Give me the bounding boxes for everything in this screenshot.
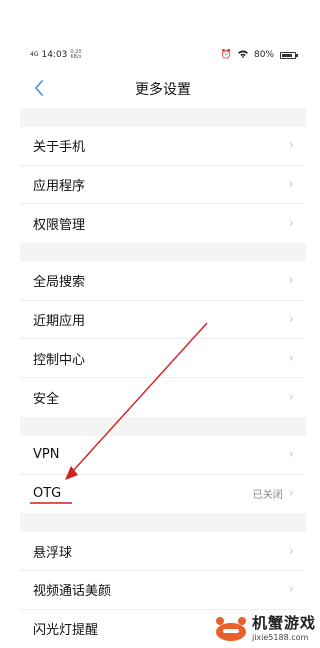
page-title: 更多设置 bbox=[135, 82, 191, 98]
chevron-right-icon: › bbox=[288, 138, 294, 154]
chevron-right-icon: › bbox=[288, 543, 294, 559]
settings-row[interactable]: 全局搜索 › bbox=[20, 262, 306, 301]
watermark-url: jixie5188.com bbox=[251, 633, 309, 642]
settings-row-label: VPN bbox=[33, 447, 60, 463]
settings-row-label: 关于手机 bbox=[33, 140, 86, 156]
status-bar: 4G 14:03 0.20 KB/s ⏰ 80% bbox=[20, 40, 306, 70]
settings-row-label: 视频通话美颜 bbox=[33, 584, 112, 600]
settings-list: 关于手机 › 应用程序 › 权限管理 › 全局搜索 › 近期应用 › 控制中心 › 安全 › VPN › OTG… bbox=[20, 108, 306, 648]
chevron-right-icon: › bbox=[288, 216, 294, 232]
battery-fill bbox=[282, 53, 292, 57]
status-time: 14:03 bbox=[41, 50, 68, 60]
chevron-right-icon: › bbox=[288, 582, 294, 598]
phone-screen: 4G 14:03 0.20 KB/s ⏰ 80% 更多设置 关于手机 › 应用程序 ›… bbox=[20, 40, 306, 648]
back-button[interactable] bbox=[30, 78, 48, 98]
alarm-icon: ⏰ bbox=[220, 50, 232, 60]
group-separator bbox=[20, 416, 306, 436]
watermark-logo bbox=[215, 617, 246, 641]
chevron-right-icon: › bbox=[288, 350, 294, 366]
network-speed-unit: KB/s bbox=[70, 54, 82, 60]
settings-row[interactable]: OTG 已关闭 › bbox=[20, 475, 306, 514]
chevron-right-icon: › bbox=[288, 177, 294, 193]
chevron-right-icon: › bbox=[288, 273, 294, 289]
settings-row-label: OTG bbox=[33, 486, 62, 502]
settings-row-label: 应用程序 bbox=[33, 179, 86, 195]
group-separator bbox=[20, 513, 306, 533]
group-separator bbox=[20, 243, 306, 263]
settings-row-label: 控制中心 bbox=[33, 352, 86, 368]
chevron-right-icon: › bbox=[288, 447, 294, 463]
settings-row[interactable]: VPN › bbox=[20, 436, 306, 475]
settings-row[interactable]: 近期应用 › bbox=[20, 301, 306, 340]
settings-row-status: 已关闭 bbox=[252, 490, 283, 502]
chevron-left-icon bbox=[35, 80, 43, 96]
settings-row-label: 闪光灯提醒 bbox=[33, 623, 99, 639]
settings-row[interactable]: 控制中心 › bbox=[20, 339, 306, 379]
battery-percent: 80% bbox=[253, 50, 274, 60]
signal-indicator: 4G bbox=[30, 51, 39, 58]
chevron-right-icon: › bbox=[288, 312, 294, 328]
battery-icon bbox=[280, 51, 298, 59]
settings-row-label: 权限管理 bbox=[33, 218, 86, 234]
settings-row[interactable]: 权限管理 › bbox=[20, 204, 306, 243]
settings-row-label: 悬浮球 bbox=[33, 545, 73, 561]
settings-row[interactable]: 视频通话美颜 › bbox=[20, 571, 306, 610]
settings-group: 关于手机 › 应用程序 › 权限管理 › bbox=[20, 127, 306, 244]
chevron-right-icon: › bbox=[288, 486, 294, 502]
settings-row-label: 全局搜索 bbox=[33, 275, 86, 291]
settings-row[interactable]: 应用程序 › bbox=[20, 166, 306, 205]
settings-row[interactable]: 关于手机 › bbox=[20, 127, 306, 166]
settings-row[interactable]: 安全 › bbox=[20, 378, 306, 417]
settings-row-label: 近期应用 bbox=[33, 314, 86, 330]
settings-group: 全局搜索 › 近期应用 › 控制中心 › 安全 › bbox=[20, 262, 306, 417]
settings-group: VPN › OTG 已关闭 › bbox=[20, 435, 306, 514]
watermark: 机蟹游戏 jixie5188.com bbox=[214, 612, 316, 642]
settings-row[interactable]: 悬浮球 › bbox=[20, 532, 306, 571]
settings-row-label: 安全 bbox=[33, 391, 60, 407]
network-speed: 0.20 KB/s bbox=[70, 50, 81, 60]
wifi-icon bbox=[237, 50, 248, 61]
group-separator bbox=[20, 108, 306, 127]
nav-header: 更多设置 bbox=[20, 70, 306, 108]
watermark-title: 机蟹游戏 bbox=[251, 614, 316, 632]
chevron-right-icon: › bbox=[288, 389, 294, 405]
